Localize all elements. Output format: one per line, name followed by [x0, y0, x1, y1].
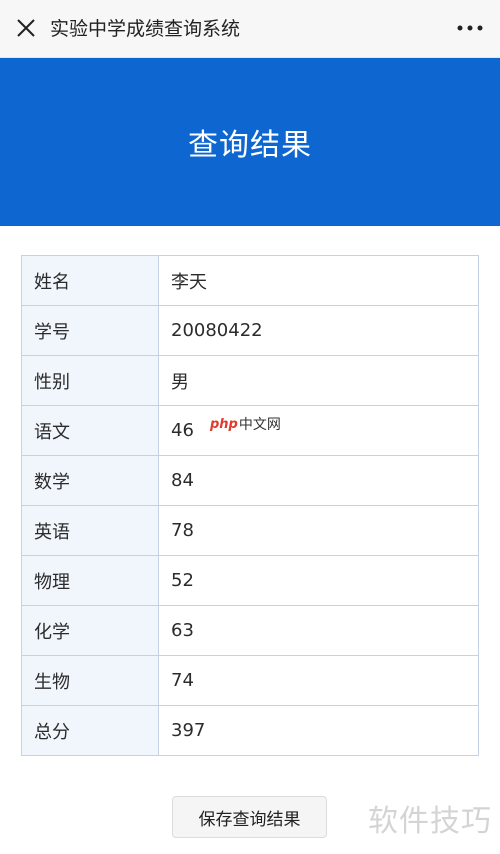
more-options-button[interactable] [452, 12, 488, 44]
table-row: 生物 74 [21, 655, 479, 706]
row-value: 84 [158, 455, 479, 506]
table-row: 总分 397 [21, 705, 479, 756]
row-value: 52 [158, 555, 479, 606]
row-value: 397 [158, 705, 479, 756]
row-value: 63 [158, 605, 479, 656]
result-table: 姓名 李天 学号 20080422 性别 男 语文 46 数学 84 英语 78… [21, 255, 479, 756]
table-row: 语文 46 [21, 405, 479, 456]
table-row: 性别 男 [21, 355, 479, 406]
table-row: 化学 63 [21, 605, 479, 656]
row-label: 学号 [21, 305, 159, 356]
table-row: 物理 52 [21, 555, 479, 606]
row-label: 英语 [21, 505, 159, 556]
close-icon [17, 19, 35, 37]
row-value: 男 [158, 355, 479, 406]
more-dots-icon [457, 25, 483, 31]
table-row: 姓名 李天 [21, 255, 479, 306]
row-label: 物理 [21, 555, 159, 606]
row-value: 78 [158, 505, 479, 556]
close-button[interactable] [10, 12, 42, 44]
table-row: 英语 78 [21, 505, 479, 556]
row-value: 20080422 [158, 305, 479, 356]
row-label: 总分 [21, 705, 159, 756]
top-bar: 实验中学成绩查询系统 [0, 0, 500, 58]
save-results-button[interactable]: 保存查询结果 [172, 796, 327, 838]
banner-title: 查询结果 [188, 128, 312, 163]
table-row: 学号 20080422 [21, 305, 479, 356]
table-row: 数学 84 [21, 455, 479, 506]
page-title: 实验中学成绩查询系统 [50, 18, 241, 40]
row-value: 李天 [158, 255, 479, 306]
row-label: 数学 [21, 455, 159, 506]
corner-watermark: 软件技巧 [368, 804, 492, 839]
row-label: 化学 [21, 605, 159, 656]
row-label: 生物 [21, 655, 159, 706]
row-value: 46 [158, 405, 479, 456]
row-label: 姓名 [21, 255, 159, 306]
row-label: 性别 [21, 355, 159, 406]
row-label: 语文 [21, 405, 159, 456]
row-value: 74 [158, 655, 479, 706]
result-banner: 查询结果 [0, 58, 500, 226]
